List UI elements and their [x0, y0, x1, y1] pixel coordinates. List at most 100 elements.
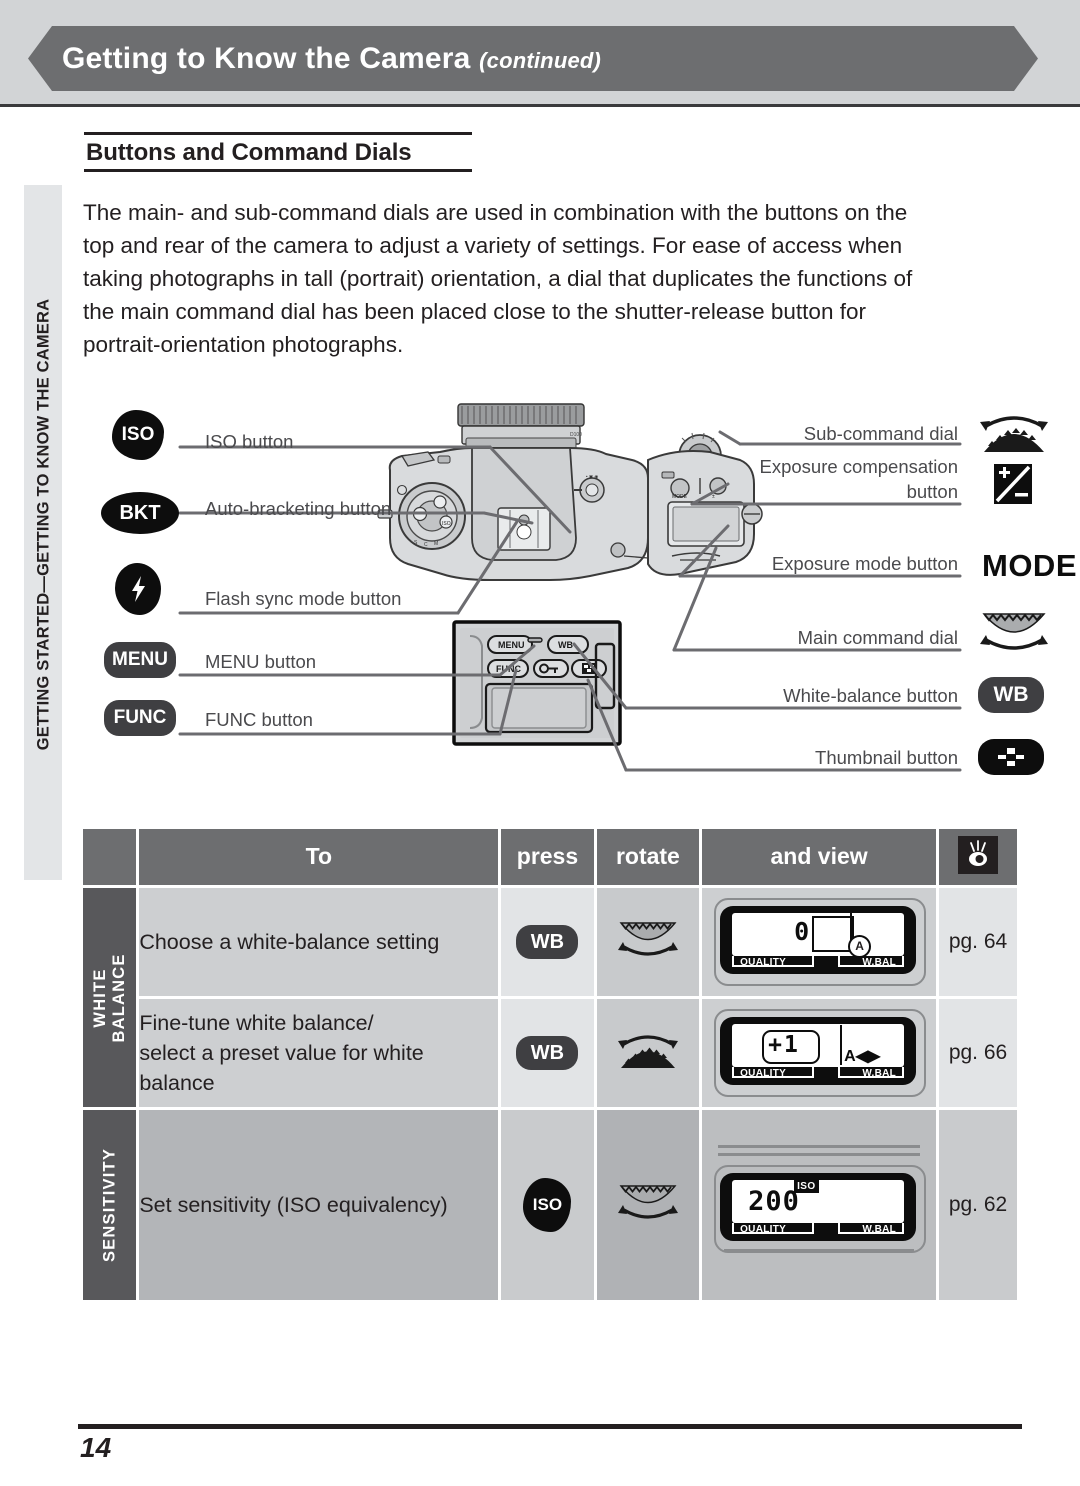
- intro-line: portrait-orientation photographs.: [83, 332, 404, 357]
- category-cell-white-balance: WHITE BALANCE: [83, 888, 137, 1107]
- row-description: Choose a white-balance setting: [139, 888, 499, 996]
- main-dial-glyph: [617, 1184, 678, 1219]
- lcd-screen: 0 A: [732, 913, 905, 958]
- camera-rear-view: MENU WB FUNC: [452, 620, 622, 746]
- svg-text:WB: WB: [558, 640, 573, 650]
- lcd-divider: [840, 1025, 843, 1065]
- page-title-continued: (continued): [479, 48, 602, 73]
- category-line: WHITE: [90, 967, 109, 1028]
- lcd-wbal-label: W.BAL: [862, 1224, 897, 1235]
- table-row: WHITE BALANCE Choose a white-balance set…: [83, 888, 1017, 1107]
- category-label-sensitivity: SENSITIVITY: [100, 1148, 119, 1262]
- callout-label-thumbnail: Thumbnail button: [815, 747, 958, 768]
- eye-with-rays-glyph: [969, 840, 987, 866]
- lcd-body: 200 ISO QUALITY W.BAL: [720, 1173, 917, 1241]
- category-label-white-balance: WHITE BALANCE: [91, 953, 129, 1042]
- svg-text:M: M: [434, 541, 438, 547]
- lcd-wbal-label: W.BAL: [862, 1068, 897, 1079]
- category-line: BALANCE: [109, 952, 128, 1043]
- sub-command-dial-icon: [976, 412, 1052, 459]
- menu-badge-label: MENU: [112, 649, 168, 670]
- row-description-line: select a preset value for white: [139, 1041, 424, 1065]
- callout-label-main-command-dial: Main command dial: [797, 627, 958, 648]
- lcd-footer: QUALITY W.BAL: [732, 956, 905, 972]
- row-rotate-dial: [596, 888, 700, 996]
- lcd-panel: 0 A QUALITY W.BAL: [714, 896, 927, 988]
- th-press: press: [501, 829, 594, 885]
- sub-command-dial-icon: [613, 1031, 683, 1075]
- bracketing-badge-icon: BKT: [101, 492, 179, 534]
- chapter-side-tab-label: GETTING STARTED—GETTING TO KNOW THE CAME…: [34, 298, 53, 751]
- svg-text:ISO: ISO: [442, 521, 451, 527]
- callout-label-func: FUNC button: [205, 709, 313, 730]
- thumbnail-grid-glyph: [996, 746, 1026, 768]
- page-header-band: Getting to Know the Camera (continued): [0, 0, 1080, 107]
- header-bottom-rule: [0, 104, 1080, 107]
- svg-text:• ▣ ◉: • ▣ ◉: [586, 474, 599, 479]
- main-command-dial-icon: [613, 920, 683, 964]
- wb-badge-icon: WB: [978, 677, 1044, 713]
- category-line: SENSITIVITY: [100, 1147, 119, 1263]
- page-number: 14: [80, 1432, 112, 1463]
- lcd-value: 200: [748, 1186, 800, 1217]
- lcd-indicator: ISO: [794, 1180, 819, 1193]
- lcd-screen: 200 ISO: [732, 1180, 905, 1223]
- row-press-button: ISO: [501, 1110, 594, 1300]
- svg-text:C: C: [424, 542, 428, 548]
- bkt-badge-label: BKT: [119, 501, 161, 524]
- plus-minus-glyph: [994, 464, 1032, 504]
- category-cell-sensitivity: SENSITIVITY: [83, 1110, 137, 1300]
- th-page-ref: [939, 829, 1017, 885]
- menu-badge-icon: MENU: [104, 642, 176, 678]
- callout-label-bracketing: Auto-bracketing button: [205, 498, 392, 519]
- footer-rule: [78, 1424, 1022, 1429]
- row-lcd-view: +1 A◀▶ QUALITY W.BAL: [702, 999, 937, 1107]
- callout-label-iso: ISO button: [205, 431, 294, 452]
- eye-icon: [958, 836, 998, 874]
- lcd-quality-label: QUALITY: [740, 1068, 787, 1079]
- flash-badge-icon: [115, 563, 161, 615]
- lcd-footer: QUALITY W.BAL: [732, 1223, 905, 1239]
- func-badge-label: FUNC: [113, 707, 167, 728]
- iso-badge-label: ISO: [121, 424, 155, 445]
- intro-line: The main- and sub-command dials are used…: [83, 200, 908, 225]
- lcd-value: 0: [794, 917, 810, 946]
- callout-label-menu: MENU button: [205, 651, 317, 672]
- row-page-ref[interactable]: pg. 62: [939, 1110, 1017, 1300]
- lcd-indicator: A◀▶: [844, 1048, 881, 1065]
- lcd-bottom-edge: [724, 1249, 915, 1252]
- row-rotate-dial: [596, 999, 700, 1107]
- sub-dial-glyph: [617, 1034, 678, 1068]
- intro-line: top and rear of the camera to adjust a v…: [83, 233, 903, 258]
- th-to: To: [139, 829, 499, 885]
- table-row: Fine-tune white balance/ select a preset…: [83, 999, 1017, 1107]
- lcd-indicator: A: [848, 935, 872, 958]
- main-dial-glyph: [617, 921, 678, 956]
- svg-text:MENU: MENU: [498, 640, 525, 650]
- lcd-body: +1 A◀▶ QUALITY W.BAL: [720, 1017, 917, 1085]
- row-press-button: WB: [501, 888, 594, 996]
- row-rotate-dial: [596, 1110, 700, 1300]
- table-header-row: To press rotate and view: [83, 829, 1017, 885]
- camera-callout-diagram: D100 ISO SCM • ▣ ◉ MODE ± MENU WB FUNC I…: [80, 398, 1077, 788]
- page-title-text: Getting to Know the Camera: [62, 42, 471, 75]
- row-description-line: Set sensitivity (ISO equivalency): [139, 1193, 448, 1217]
- callout-label-flash: Flash sync mode button: [205, 588, 402, 609]
- lcd-top-edge: [718, 1145, 921, 1148]
- callout-label-exposure-comp: Exposure compensation: [759, 456, 958, 477]
- callout-label-exposure-comp-2: button: [906, 481, 958, 502]
- lcd-body: 0 A QUALITY W.BAL: [720, 906, 917, 974]
- iso-button-icon: ISO: [523, 1178, 572, 1232]
- row-page-ref[interactable]: pg. 64: [939, 888, 1017, 996]
- lcd-quality-label: QUALITY: [740, 1224, 787, 1235]
- flash-bolt-glyph: [131, 576, 145, 602]
- main-command-dial-icon: [613, 1183, 683, 1227]
- th-and-view: and view: [702, 829, 937, 885]
- row-description-line: Choose a white-balance setting: [139, 930, 440, 954]
- th-category: [83, 829, 137, 885]
- lcd-screen: +1 A◀▶: [732, 1024, 905, 1067]
- callout-label-sub-command-dial: Sub-command dial: [803, 423, 958, 444]
- row-page-ref[interactable]: pg. 66: [939, 999, 1017, 1107]
- thumbnail-badge-icon: [978, 739, 1044, 775]
- lcd-panel: +1 A◀▶ QUALITY W.BAL: [714, 1007, 927, 1099]
